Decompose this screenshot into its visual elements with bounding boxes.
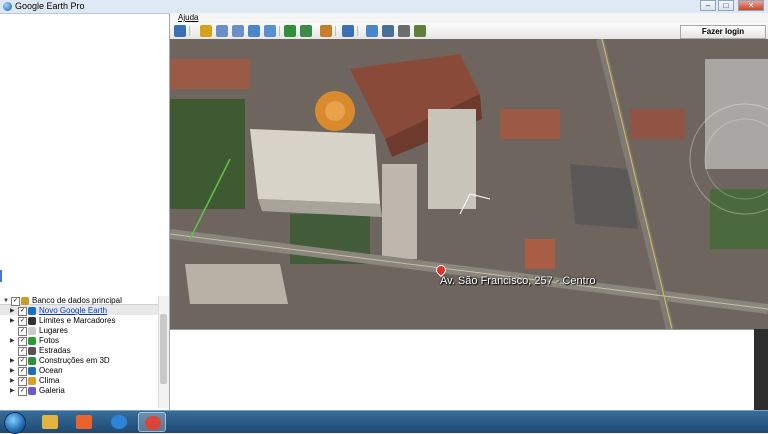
ocean-icon [28, 367, 36, 375]
planet-switch-icon[interactable] [320, 25, 332, 37]
polygon-add-icon[interactable] [216, 25, 228, 37]
path-add-icon[interactable] [232, 25, 244, 37]
chrome-icon [145, 416, 161, 430]
layer-item[interactable]: ▼ ✓ Banco de dados principal [0, 296, 158, 306]
expand-arrow-icon[interactable]: ▶ [10, 376, 15, 386]
expand-arrow-icon[interactable]: ▶ [10, 366, 15, 376]
title-bar: Google Earth Pro – □ ✕ [0, 0, 768, 14]
historical-imagery-icon[interactable] [284, 25, 296, 37]
globe-icon [28, 307, 36, 315]
placemark-add-icon[interactable] [200, 25, 212, 37]
media-player-icon [76, 415, 92, 429]
overlay-add-icon[interactable] [248, 25, 260, 37]
toolbar-separator [189, 26, 190, 36]
layer-label: Galeria [39, 386, 65, 395]
window-title: Google Earth Pro [15, 1, 85, 11]
print-icon[interactable] [382, 25, 394, 37]
toolbar-separator [335, 26, 336, 36]
layer-label: Clima [39, 376, 60, 385]
layer-item[interactable]: ▶ ✓ Clima [0, 376, 158, 386]
layer-checkbox[interactable]: ✓ [18, 377, 27, 386]
lower-content-area [170, 329, 754, 411]
maximize-button[interactable]: □ [718, 0, 734, 11]
layer-label: Estradas [39, 346, 71, 355]
toolbar-separator [357, 26, 358, 36]
buildings-3d-icon [28, 357, 36, 365]
expand-arrow-icon[interactable]: ▶ [10, 306, 15, 316]
sidebar-edge-marker [0, 270, 2, 282]
layer-item[interactable]: ▶ ✓ Construções em 3D [0, 356, 158, 366]
right-edge-strip [754, 329, 768, 410]
layer-checkbox[interactable]: ✓ [11, 297, 20, 306]
layer-checkbox[interactable]: ✓ [18, 387, 27, 396]
expand-arrow-icon[interactable]: ▶ [10, 316, 15, 326]
layer-checkbox[interactable]: ✓ [18, 367, 27, 376]
expand-arrow-icon[interactable]: ▶ [10, 356, 15, 366]
database-icon [21, 297, 29, 305]
map-address-label: Av. São Francisco, 257 - Centro [440, 275, 596, 287]
internet-explorer-icon [111, 415, 127, 429]
login-button[interactable]: Fazer login [680, 25, 766, 39]
taskbar-item[interactable] [105, 412, 133, 432]
layer-checkbox[interactable]: ✓ [18, 307, 27, 316]
ruler-icon[interactable] [342, 25, 354, 37]
menu-bar: Ajuda [170, 13, 768, 23]
layer-checkbox[interactable]: ✓ [18, 337, 27, 346]
layer-label: Lugares [39, 326, 68, 335]
layer-checkbox[interactable]: ✓ [18, 347, 27, 356]
expand-arrow-icon[interactable]: ▼ [3, 296, 9, 306]
layer-checkbox[interactable]: ✓ [18, 317, 27, 326]
layer-checkbox[interactable]: ✓ [18, 357, 27, 366]
layer-item[interactable]: ✓ Estradas [0, 346, 158, 356]
sunlight-icon[interactable] [300, 25, 312, 37]
expand-arrow-icon[interactable]: ▶ [10, 336, 15, 346]
taskbar-item[interactable] [138, 412, 166, 432]
taskbar-item[interactable] [70, 412, 98, 432]
save-image-icon[interactable] [398, 25, 410, 37]
layer-label: Construções em 3D [39, 356, 110, 365]
layers-scrollbar[interactable] [158, 296, 169, 408]
flag-icon [28, 317, 36, 325]
start-button[interactable] [4, 412, 26, 434]
layer-item[interactable]: ✓ Lugares [0, 326, 158, 336]
tour-record-icon[interactable] [264, 25, 276, 37]
layer-item[interactable]: ▶ ✓ Limites e Marcadores [0, 316, 158, 326]
gallery-icon [28, 387, 36, 395]
scrollbar-thumb[interactable] [160, 314, 167, 384]
menu-help[interactable]: Ajuda [178, 13, 198, 23]
places-icon [28, 327, 36, 335]
view-in-maps-icon[interactable] [414, 25, 426, 37]
toolbar: Fazer login [170, 23, 768, 40]
google-earth-icon [3, 2, 12, 11]
taskbar-item[interactable] [36, 412, 64, 432]
sidebar-toggle-icon[interactable] [174, 25, 186, 37]
toolbar-separator [279, 26, 280, 36]
expand-arrow-icon[interactable]: ▶ [10, 386, 15, 396]
map-view[interactable]: Av. São Francisco, 257 - Centro [170, 39, 768, 329]
layer-checkbox[interactable]: ✓ [18, 327, 27, 336]
layer-item[interactable]: ▶ ✓ Fotos [0, 336, 158, 346]
layer-item[interactable]: ▶ ✓ Ocean [0, 366, 158, 376]
layers-tree: ▼ ✓ Banco de dados principal ▶ ✓ Novo Google … [0, 296, 158, 396]
layer-label: Ocean [39, 366, 63, 375]
layer-label[interactable]: Novo Google Earth [39, 306, 107, 316]
minimize-button[interactable]: – [700, 0, 716, 11]
windows-taskbar [0, 410, 768, 434]
email-icon[interactable] [366, 25, 378, 37]
layer-label: Limites e Marcadores [39, 316, 116, 325]
file-explorer-icon [42, 415, 58, 429]
roads-icon [28, 347, 36, 355]
close-button[interactable]: ✕ [738, 0, 764, 11]
photo-icon [28, 337, 36, 345]
layer-label: Fotos [39, 336, 60, 345]
layer-label: Banco de dados principal [32, 296, 122, 305]
layer-item[interactable]: ▶ ✓ Novo Google Earth [0, 306, 158, 316]
layer-item[interactable]: ▶ ✓ Galeria [0, 386, 158, 396]
weather-icon [28, 377, 36, 385]
